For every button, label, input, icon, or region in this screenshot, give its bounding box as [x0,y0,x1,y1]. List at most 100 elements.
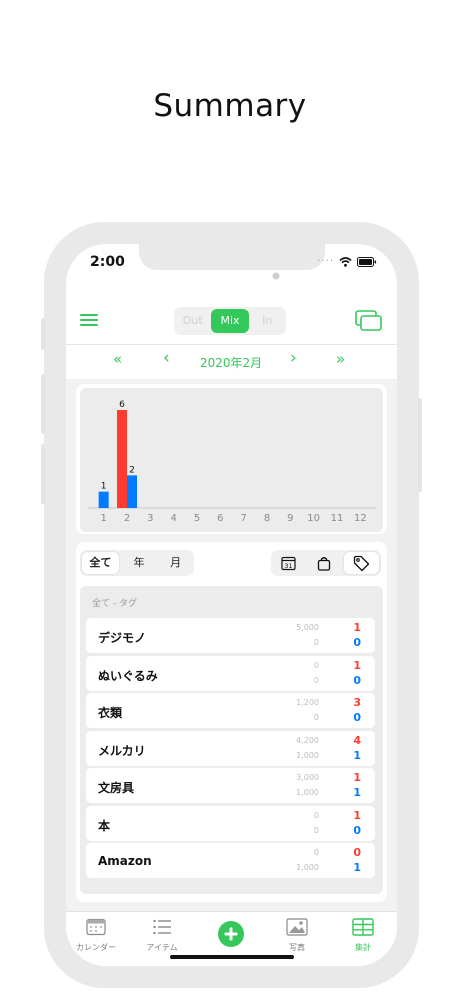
tag-row[interactable]: 文房具 3,000 1,000 1 1 [86,768,375,803]
menu-icon[interactable] [80,314,98,326]
out-count: 1 [353,658,361,672]
in-amount: 1,000 [296,863,319,872]
period-month-button[interactable]: 月 [157,550,194,576]
cards-icon[interactable] [355,310,383,332]
out-count: 1 [353,808,361,822]
add-button[interactable] [201,920,261,952]
list-icon [153,919,171,935]
bag-icon [317,556,331,571]
mode-segmented-control: Out Mix In [174,307,286,335]
tag-row[interactable]: 衣類 1,200 0 3 0 [86,693,375,728]
tab-items-label: アイテム [146,943,178,952]
x-tick-label: 7 [240,513,246,524]
in-count: 0 [353,823,361,837]
tag-row[interactable]: デジモノ 5,000 0 1 0 [86,618,375,653]
current-month-label[interactable]: 2020年2月 [200,354,262,371]
group-by-item-button[interactable] [306,550,341,576]
next-month-button[interactable]: › [290,348,297,368]
volume-up-button [41,374,45,434]
out-count: 4 [353,733,361,747]
x-tick-label: 1 [100,513,106,524]
mode-in-button[interactable]: In [249,307,286,335]
home-indicator [170,955,294,959]
tag-name: メルカリ [98,743,146,758]
notch [139,244,325,270]
tag-icon [353,555,369,571]
in-count: 1 [353,861,361,874]
summary-table-icon [352,918,374,936]
x-tick-label: 10 [307,513,320,524]
out-amount: 0 [313,660,319,670]
signal-icon: ···· [317,256,334,267]
in-count: 0 [353,673,361,687]
wifi-icon [339,256,352,267]
out-amount: 4,200 [296,735,319,745]
tag-name: 本 [98,818,111,833]
prev-year-button[interactable]: « [113,350,122,368]
calendar-icon: 31 [281,556,296,570]
calendar-tab-icon [86,918,106,936]
calendar-icon-number: 31 [285,562,293,570]
tag-name: デジモノ [98,631,147,645]
tab-photos-label: 写真 [289,943,305,952]
out-bar [117,410,127,508]
out-count: 1 [353,771,361,784]
add-icon [218,921,244,947]
in-amount: 1,000 [296,788,319,797]
in-count: 1 [353,786,361,799]
group-by-date-button[interactable]: 31 [271,550,306,576]
mode-out-button[interactable]: Out [174,307,211,335]
phone-frame: 2:00 ···· Out Mix In « ‹ 2020年2月 › » 1 2… [41,222,422,988]
period-year-button[interactable]: 年 [121,550,158,576]
chart-area: 1 2 3 4 5 6 7 8 9 10 11 12 6 1 2 [80,388,383,532]
mode-mix-button[interactable]: Mix [211,309,249,333]
nav-bar: Out Mix In [66,296,397,345]
prev-month-button[interactable]: ‹ [163,348,170,368]
period-all-button[interactable]: 全て [82,552,119,574]
bar-data-label: 1 [101,482,107,492]
x-tick-label: 3 [147,513,153,524]
tag-name: 衣類 [98,706,123,720]
tag-name: 文房具 [98,781,135,795]
x-tick-label: 2 [124,513,130,524]
out-amount: 0 [313,848,319,857]
tab-photos[interactable]: 写真 [267,918,327,953]
tag-row[interactable]: ぬいぐるみ 0 0 1 0 [86,655,375,691]
out-amount: 3,000 [296,773,319,782]
date-navigation: « ‹ 2020年2月 › » [66,345,397,379]
tab-calendar[interactable]: カレンダー [66,918,126,953]
out-amount: 5,000 [296,623,319,632]
x-tick-label: 6 [217,513,223,524]
tab-calendar-label: カレンダー [76,943,116,952]
x-tick-label: 8 [264,513,270,524]
tag-row[interactable]: Amazon 0 1,000 0 1 [86,843,375,878]
status-time: 2:00 [90,254,125,270]
tab-items[interactable]: アイテム [132,918,192,953]
in-count: 1 [353,748,361,762]
next-year-button[interactable]: » [336,350,345,368]
out-amount: 0 [313,810,319,820]
x-tick-label: 5 [194,513,200,524]
in-amount: 1,000 [296,750,319,760]
bar-data-label: 2 [129,465,135,475]
tag-row[interactable]: メルカリ 4,200 1,000 4 1 [86,730,375,766]
out-amount: 1,200 [296,698,319,707]
tag-row[interactable]: 本0010 [86,805,375,841]
in-count: 0 [353,636,361,649]
in-bar [127,475,137,508]
in-amount: 0 [313,713,319,722]
tab-summary[interactable]: 集計 [333,918,393,953]
group-by-tag-button[interactable] [343,552,379,574]
x-tick-label: 4 [170,513,176,524]
page-headline: Summary [153,88,307,124]
tag-name: Amazon [98,854,152,868]
in-amount: 0 [313,638,319,647]
tag-name: ぬいぐるみ [98,668,158,683]
tag-list: 全て - タグ デジモノ 5,000 0 1 0 ぬいぐるみ 0 0 1 0 衣類 1,200 0 3 0 メ… [80,586,383,894]
in-count: 0 [353,711,361,724]
bar-data-label: 6 [119,400,125,410]
list-header: 全て - タグ [92,599,137,609]
out-count: 0 [353,846,361,859]
grouping-segmented-control: 31 [271,550,381,576]
camera-dot [272,272,280,280]
